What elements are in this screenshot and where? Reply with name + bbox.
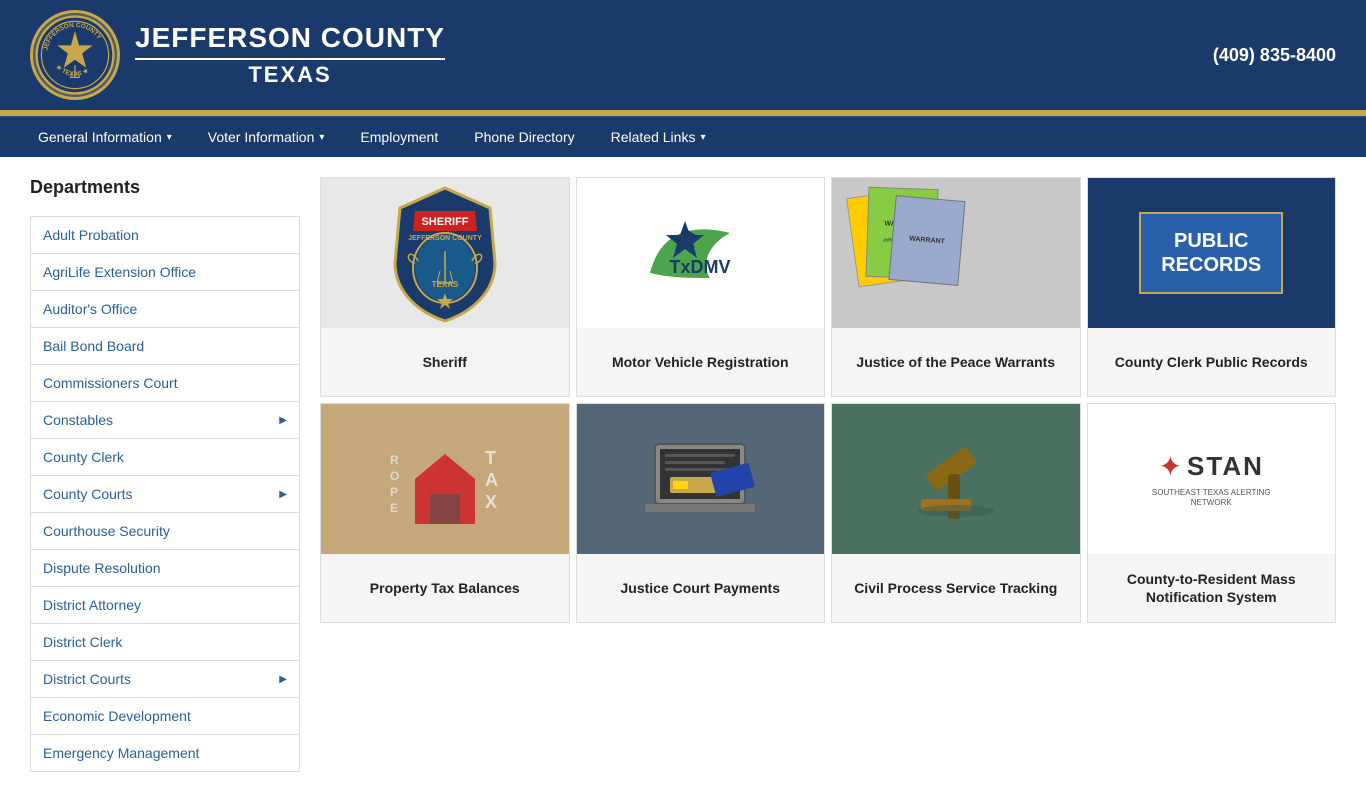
card-stan-image: ✦ STAN SOUTHEAST TEXAS ALERTING NETWORK: [1088, 404, 1336, 554]
list-item: County Courts ▶: [31, 476, 299, 513]
dept-district-attorney[interactable]: District Attorney: [31, 587, 299, 623]
list-item: District Courts ▶: [31, 661, 299, 698]
list-item: Dispute Resolution: [31, 550, 299, 587]
nav-phone-directory[interactable]: Phone Directory: [456, 117, 592, 157]
card-motor-vehicle-image: TxDMV: [577, 178, 825, 328]
card-county-clerk-records-image: PUBLICRECORDS: [1088, 178, 1336, 328]
county-name: JEFFERSON COUNTY: [135, 22, 445, 60]
nav-employment[interactable]: Employment: [342, 117, 456, 157]
dept-courthouse-security[interactable]: Courthouse Security: [31, 513, 299, 549]
chevron-down-icon: ▾: [167, 132, 172, 143]
public-records-sign: PUBLICRECORDS: [1139, 212, 1283, 294]
stan-acronym: STAN: [1187, 451, 1264, 482]
list-item: Adult Probation: [31, 217, 299, 254]
dept-adult-probation[interactable]: Adult Probation: [31, 217, 299, 253]
arrow-right-icon: ▶: [279, 415, 287, 426]
main-content: SHERIFF: [320, 177, 1336, 772]
card-stan-label: County-to-Resident Mass Notification Sys…: [1088, 554, 1336, 622]
dept-county-clerk[interactable]: County Clerk: [31, 439, 299, 475]
svg-text:O: O: [390, 469, 399, 483]
sidebar-title: Departments: [30, 177, 300, 204]
list-item: Commissioners Court: [31, 365, 299, 402]
svg-text:SHERIFF: SHERIFF: [421, 216, 468, 228]
card-jp-warrants[interactable]: WARRANT WARRANT Jefferson CountyPrecinct…: [831, 177, 1081, 397]
svg-text:X: X: [485, 492, 497, 512]
departments-sidebar: Departments Adult Probation AgriLife Ext…: [30, 177, 300, 772]
card-property-tax-label: Property Tax Balances: [362, 554, 528, 622]
site-header: JEFFERSON COUNTY ★ TEXAS ★ JEFFERSON COU…: [0, 0, 1366, 114]
list-item: County Clerk: [31, 439, 299, 476]
svg-text:E: E: [390, 501, 398, 515]
card-sheriff[interactable]: SHERIFF: [320, 177, 570, 397]
list-item: AgriLife Extension Office: [31, 254, 299, 291]
list-item: Auditor's Office: [31, 291, 299, 328]
card-jp-warrants-label: Justice of the Peace Warrants: [848, 328, 1063, 396]
dept-county-courts[interactable]: County Courts ▶: [31, 476, 299, 512]
stan-star-icon: ✦: [1159, 450, 1182, 483]
card-civil-process-label: Civil Process Service Tracking: [846, 554, 1065, 622]
card-justice-payments-image: [577, 404, 825, 554]
card-sheriff-label: Sheriff: [415, 328, 475, 396]
card-jp-warrants-image: WARRANT WARRANT Jefferson CountyPrecinct…: [832, 178, 1080, 328]
card-property-tax[interactable]: T A X R O P E Property Tax Balances: [320, 403, 570, 623]
card-civil-process[interactable]: Civil Process Service Tracking: [831, 403, 1081, 623]
card-county-clerk-records-label: County Clerk Public Records: [1107, 328, 1316, 396]
chevron-down-icon: ▾: [700, 132, 705, 143]
page-content: Departments Adult Probation AgriLife Ext…: [0, 157, 1366, 792]
svg-text:R: R: [390, 453, 399, 467]
header-left: JEFFERSON COUNTY ★ TEXAS ★ JEFFERSON COU…: [30, 10, 445, 100]
main-nav: General Information ▾ Voter Information …: [0, 116, 1366, 157]
card-justice-payments[interactable]: Justice Court Payments: [576, 403, 826, 623]
dept-economic-dev[interactable]: Economic Development: [31, 698, 299, 734]
dept-auditor[interactable]: Auditor's Office: [31, 291, 299, 327]
svg-text:JEFFERSON COUNTY: JEFFERSON COUNTY: [408, 235, 482, 242]
county-seal: JEFFERSON COUNTY ★ TEXAS ★: [30, 10, 120, 100]
dept-emergency-mgmt[interactable]: Emergency Management: [31, 735, 299, 771]
dept-agrilife[interactable]: AgriLife Extension Office: [31, 254, 299, 290]
svg-text:T: T: [485, 448, 496, 468]
phone-number: (409) 835-8400: [1213, 45, 1336, 66]
card-motor-vehicle-label: Motor Vehicle Registration: [604, 328, 797, 396]
card-motor-vehicle[interactable]: TxDMV Motor Vehicle Registration: [576, 177, 826, 397]
list-item: Emergency Management: [31, 735, 299, 771]
list-item: Courthouse Security: [31, 513, 299, 550]
dept-constables[interactable]: Constables ▶: [31, 402, 299, 438]
arrow-right-icon: ▶: [279, 489, 287, 500]
stan-logo: ✦ STAN: [1159, 450, 1264, 483]
card-property-tax-image: T A X R O P E: [321, 404, 569, 554]
card-county-clerk-records[interactable]: PUBLICRECORDS County Clerk Public Record…: [1087, 177, 1337, 397]
list-item: Constables ▶: [31, 402, 299, 439]
list-item: Bail Bond Board: [31, 328, 299, 365]
nav-voter-info[interactable]: Voter Information ▾: [190, 117, 343, 157]
site-title: JEFFERSON COUNTY TEXAS: [135, 22, 445, 88]
chevron-down-icon: ▾: [319, 132, 324, 143]
department-list: Adult Probation AgriLife Extension Offic…: [30, 216, 300, 772]
state-name: TEXAS: [135, 62, 445, 88]
list-item: Economic Development: [31, 698, 299, 735]
svg-text:TxDMV: TxDMV: [670, 257, 731, 277]
card-civil-process-image: [832, 404, 1080, 554]
card-sheriff-image: SHERIFF: [321, 178, 569, 328]
nav-general-info[interactable]: General Information ▾: [20, 117, 190, 157]
arrow-right-icon: ▶: [279, 674, 287, 685]
svg-text:P: P: [390, 485, 398, 499]
dept-dispute-resolution[interactable]: Dispute Resolution: [31, 550, 299, 586]
svg-text:A: A: [485, 470, 498, 490]
list-item: District Attorney: [31, 587, 299, 624]
quick-links-grid: SHERIFF: [320, 177, 1336, 623]
card-stan[interactable]: ✦ STAN SOUTHEAST TEXAS ALERTING NETWORK …: [1087, 403, 1337, 623]
list-item: District Clerk: [31, 624, 299, 661]
card-justice-payments-label: Justice Court Payments: [613, 554, 789, 622]
nav-related-links[interactable]: Related Links ▾: [593, 117, 724, 157]
dept-district-clerk[interactable]: District Clerk: [31, 624, 299, 660]
dept-bail-bond[interactable]: Bail Bond Board: [31, 328, 299, 364]
svg-text:TEXAS: TEXAS: [431, 280, 458, 289]
stan-full-name: SOUTHEAST TEXAS ALERTING NETWORK: [1151, 488, 1271, 509]
dept-district-courts[interactable]: District Courts ▶: [31, 661, 299, 697]
dept-commissioners-court[interactable]: Commissioners Court: [31, 365, 299, 401]
